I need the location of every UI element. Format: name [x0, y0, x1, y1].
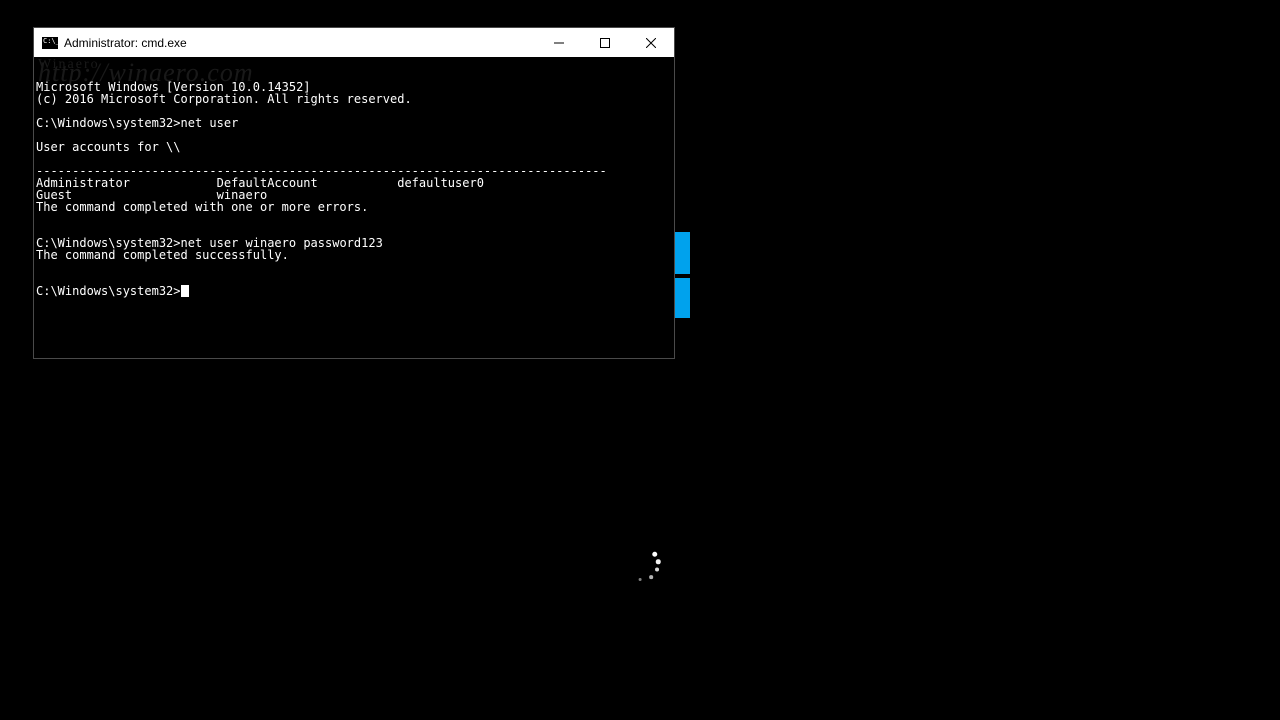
maximize-button[interactable]	[582, 28, 628, 57]
loading-spinner-icon	[620, 542, 660, 582]
terminal-output[interactable]: Winaero http://winaero.com Microsoft Win…	[34, 57, 674, 358]
output-status: The command completed with one or more e…	[36, 200, 368, 214]
cmd-window[interactable]: Administrator: cmd.exe Winaero http://wi…	[33, 27, 675, 359]
minimize-button[interactable]	[536, 28, 582, 57]
watermark-title: Winaero	[38, 59, 254, 71]
banner-line: (c) 2016 Microsoft Corporation. All righ…	[36, 92, 412, 106]
window-title: Administrator: cmd.exe	[64, 36, 187, 50]
watermark: Winaero http://winaero.com	[34, 57, 258, 81]
titlebar[interactable]: Administrator: cmd.exe	[34, 28, 674, 57]
output-status: The command completed successfully.	[36, 248, 289, 262]
output-line: User accounts for \\	[36, 140, 181, 154]
prompt: C:\Windows\system32>	[36, 116, 181, 130]
prompt-line: C:\Windows\system32>net user	[36, 116, 238, 130]
selection-highlight	[675, 278, 690, 318]
text-cursor	[181, 285, 189, 297]
close-button[interactable]	[628, 28, 674, 57]
selection-highlight	[675, 232, 690, 274]
command-text: net user	[181, 116, 239, 130]
prompt: C:\Windows\system32>	[36, 284, 181, 298]
cmd-icon	[42, 37, 58, 49]
prompt-line[interactable]: C:\Windows\system32>	[36, 284, 189, 298]
